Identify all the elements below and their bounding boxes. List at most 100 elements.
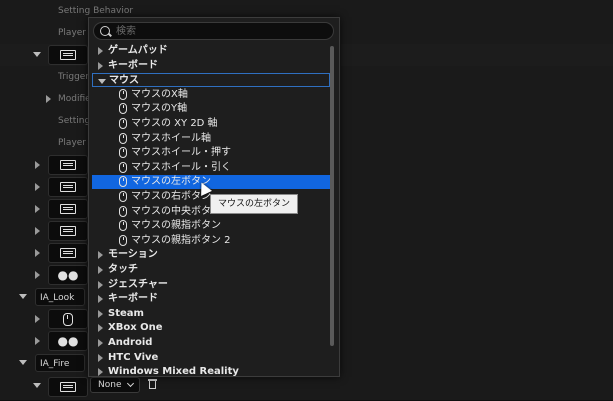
mouse-icon xyxy=(119,118,127,129)
tooltip: マウスの左ボタン xyxy=(210,194,298,214)
tree-item-label: マウスのX軸 xyxy=(131,88,188,100)
expand-arrow-icon[interactable] xyxy=(35,183,40,191)
keyboard-icon xyxy=(60,226,76,236)
collapse-arrow-icon[interactable] xyxy=(19,360,27,365)
ia-look-field[interactable]: IA_Look xyxy=(35,288,85,306)
tree-item-label: タッチ xyxy=(108,264,138,275)
tree-item-label: キーボード xyxy=(108,293,158,305)
collapsed-arrow-icon[interactable] xyxy=(98,61,103,70)
key-selector-button[interactable] xyxy=(48,243,88,263)
mouse-icon xyxy=(119,205,127,217)
collapsed-arrow-icon[interactable] xyxy=(98,251,103,260)
tree-item-label: マウスホイール・押す xyxy=(131,147,231,159)
key-selector-button[interactable] xyxy=(48,45,88,65)
setting-behavior-label: Setting Behavior xyxy=(58,6,134,16)
collapsed-arrow-icon[interactable] xyxy=(98,47,103,55)
key-selector-button[interactable] xyxy=(48,177,88,197)
keyboard-icon xyxy=(60,50,76,60)
tree-item-label: ゲームパッド xyxy=(108,45,168,56)
collapsed-arrow-icon[interactable] xyxy=(98,324,103,333)
collapse-arrow-icon[interactable] xyxy=(33,52,41,57)
collapsed-arrow-icon[interactable] xyxy=(98,280,103,289)
search-input[interactable] xyxy=(116,23,316,39)
tree-category[interactable]: Windows Mixed Reality xyxy=(92,365,330,377)
keyboard-icon xyxy=(60,182,76,192)
tree-key-item[interactable]: マウスのX軸 xyxy=(92,88,330,102)
tree-category[interactable]: キーボード xyxy=(92,292,330,306)
tree-item-label: ジェスチャー xyxy=(108,278,168,290)
tree-key-item[interactable]: マウスのY軸 xyxy=(92,102,330,116)
expand-arrow-icon[interactable] xyxy=(35,227,40,235)
keyboard-icon xyxy=(60,204,76,214)
collapse-arrow-icon[interactable] xyxy=(19,294,27,299)
mouse-icon xyxy=(119,191,127,202)
tree-item-label: キーボード xyxy=(108,59,158,71)
trash-icon[interactable] xyxy=(148,378,157,389)
mouse-icon xyxy=(119,161,127,173)
tree-item-label: マウスの中央ボタン xyxy=(131,205,221,217)
none-select-label: None xyxy=(98,380,122,390)
tree-item-label: マウス xyxy=(109,75,139,87)
key-selector-button[interactable] xyxy=(48,309,88,329)
collapse-arrow-icon[interactable] xyxy=(33,383,41,388)
mouse-icon xyxy=(63,312,73,326)
expand-arrow-icon[interactable] xyxy=(35,315,40,323)
keyboard-icon xyxy=(60,382,76,392)
key-selector-button[interactable] xyxy=(48,199,88,219)
collapsed-arrow-icon[interactable] xyxy=(98,309,103,318)
mouse-icon xyxy=(119,103,127,115)
expand-arrow-icon[interactable] xyxy=(35,271,40,279)
key-selector-button[interactable] xyxy=(48,155,88,175)
tree-key-item[interactable]: マウスの親指ボタン 2 xyxy=(92,234,330,248)
tree-category[interactable]: タッチ xyxy=(92,263,330,277)
collapsed-arrow-icon[interactable] xyxy=(98,339,103,347)
key-selector-button[interactable] xyxy=(48,377,88,397)
player-label-2: Player xyxy=(58,138,87,148)
tree-key-item[interactable]: マウスホイール軸 xyxy=(92,132,330,146)
tree-category[interactable]: ジェスチャー xyxy=(92,278,330,292)
tree-key-item[interactable]: マウスの親指ボタン xyxy=(92,219,330,233)
expand-arrow-icon[interactable] xyxy=(35,161,40,169)
search-box[interactable] xyxy=(93,22,334,40)
tree-category[interactable]: マウス xyxy=(92,73,330,88)
scrollbar[interactable] xyxy=(330,46,334,346)
key-none-select[interactable]: None xyxy=(90,377,140,393)
collapsed-arrow-icon[interactable] xyxy=(98,295,103,304)
collapsed-arrow-icon[interactable] xyxy=(98,353,103,362)
tree-category[interactable]: XBox One xyxy=(92,321,330,335)
keyboard-icon xyxy=(60,248,76,258)
key-selector-button[interactable] xyxy=(48,221,88,241)
tree-item-label: マウスの XY 2D 軸 xyxy=(131,118,218,129)
collapsed-arrow-icon[interactable] xyxy=(98,368,103,376)
tree-item-label: Windows Mixed Reality xyxy=(108,366,239,377)
tree-key-item[interactable]: マウスの XY 2D 軸 xyxy=(92,117,330,131)
tree-item-label: マウスの親指ボタン 2 xyxy=(131,234,231,246)
gamepad-icon: ●● xyxy=(57,334,79,348)
collapsed-arrow-icon[interactable] xyxy=(98,266,103,274)
search-icon xyxy=(100,26,110,36)
mouse-icon xyxy=(119,147,127,159)
modifiers-label: Modifie xyxy=(58,94,91,104)
expand-arrow-icon[interactable] xyxy=(35,205,40,213)
key-selector-button[interactable]: ●● xyxy=(48,331,88,351)
expand-arrow-icon[interactable] xyxy=(46,95,51,103)
tree-category[interactable]: ゲームパッド xyxy=(92,44,330,58)
tree-item-label: Android xyxy=(108,337,153,348)
expand-arrow-icon[interactable] xyxy=(35,337,40,345)
tree-item-label: マウスホイール・引く xyxy=(131,161,231,173)
setting-label: Setting xyxy=(58,116,91,126)
key-selector-button[interactable]: ●● xyxy=(48,265,88,285)
expanded-arrow-icon[interactable] xyxy=(98,79,106,85)
tree-key-item[interactable]: マウスホイール・押す xyxy=(92,146,330,160)
tree-category[interactable]: モーション xyxy=(92,248,330,262)
expand-arrow-icon[interactable] xyxy=(35,249,40,257)
tree-item-label: XBox One xyxy=(108,322,163,334)
tree-category[interactable]: HTC Vive xyxy=(92,351,330,365)
mouse-icon xyxy=(119,234,127,246)
tree-key-item[interactable]: マウスホイール・引く xyxy=(92,161,330,175)
tree-category[interactable]: キーボード xyxy=(92,59,330,73)
tree-key-item[interactable]: マウスの左ボタン xyxy=(92,175,330,190)
tree-category[interactable]: Android xyxy=(92,336,330,350)
tree-category[interactable]: Steam xyxy=(92,307,330,321)
ia-fire-field[interactable]: IA_Fire xyxy=(35,354,85,372)
